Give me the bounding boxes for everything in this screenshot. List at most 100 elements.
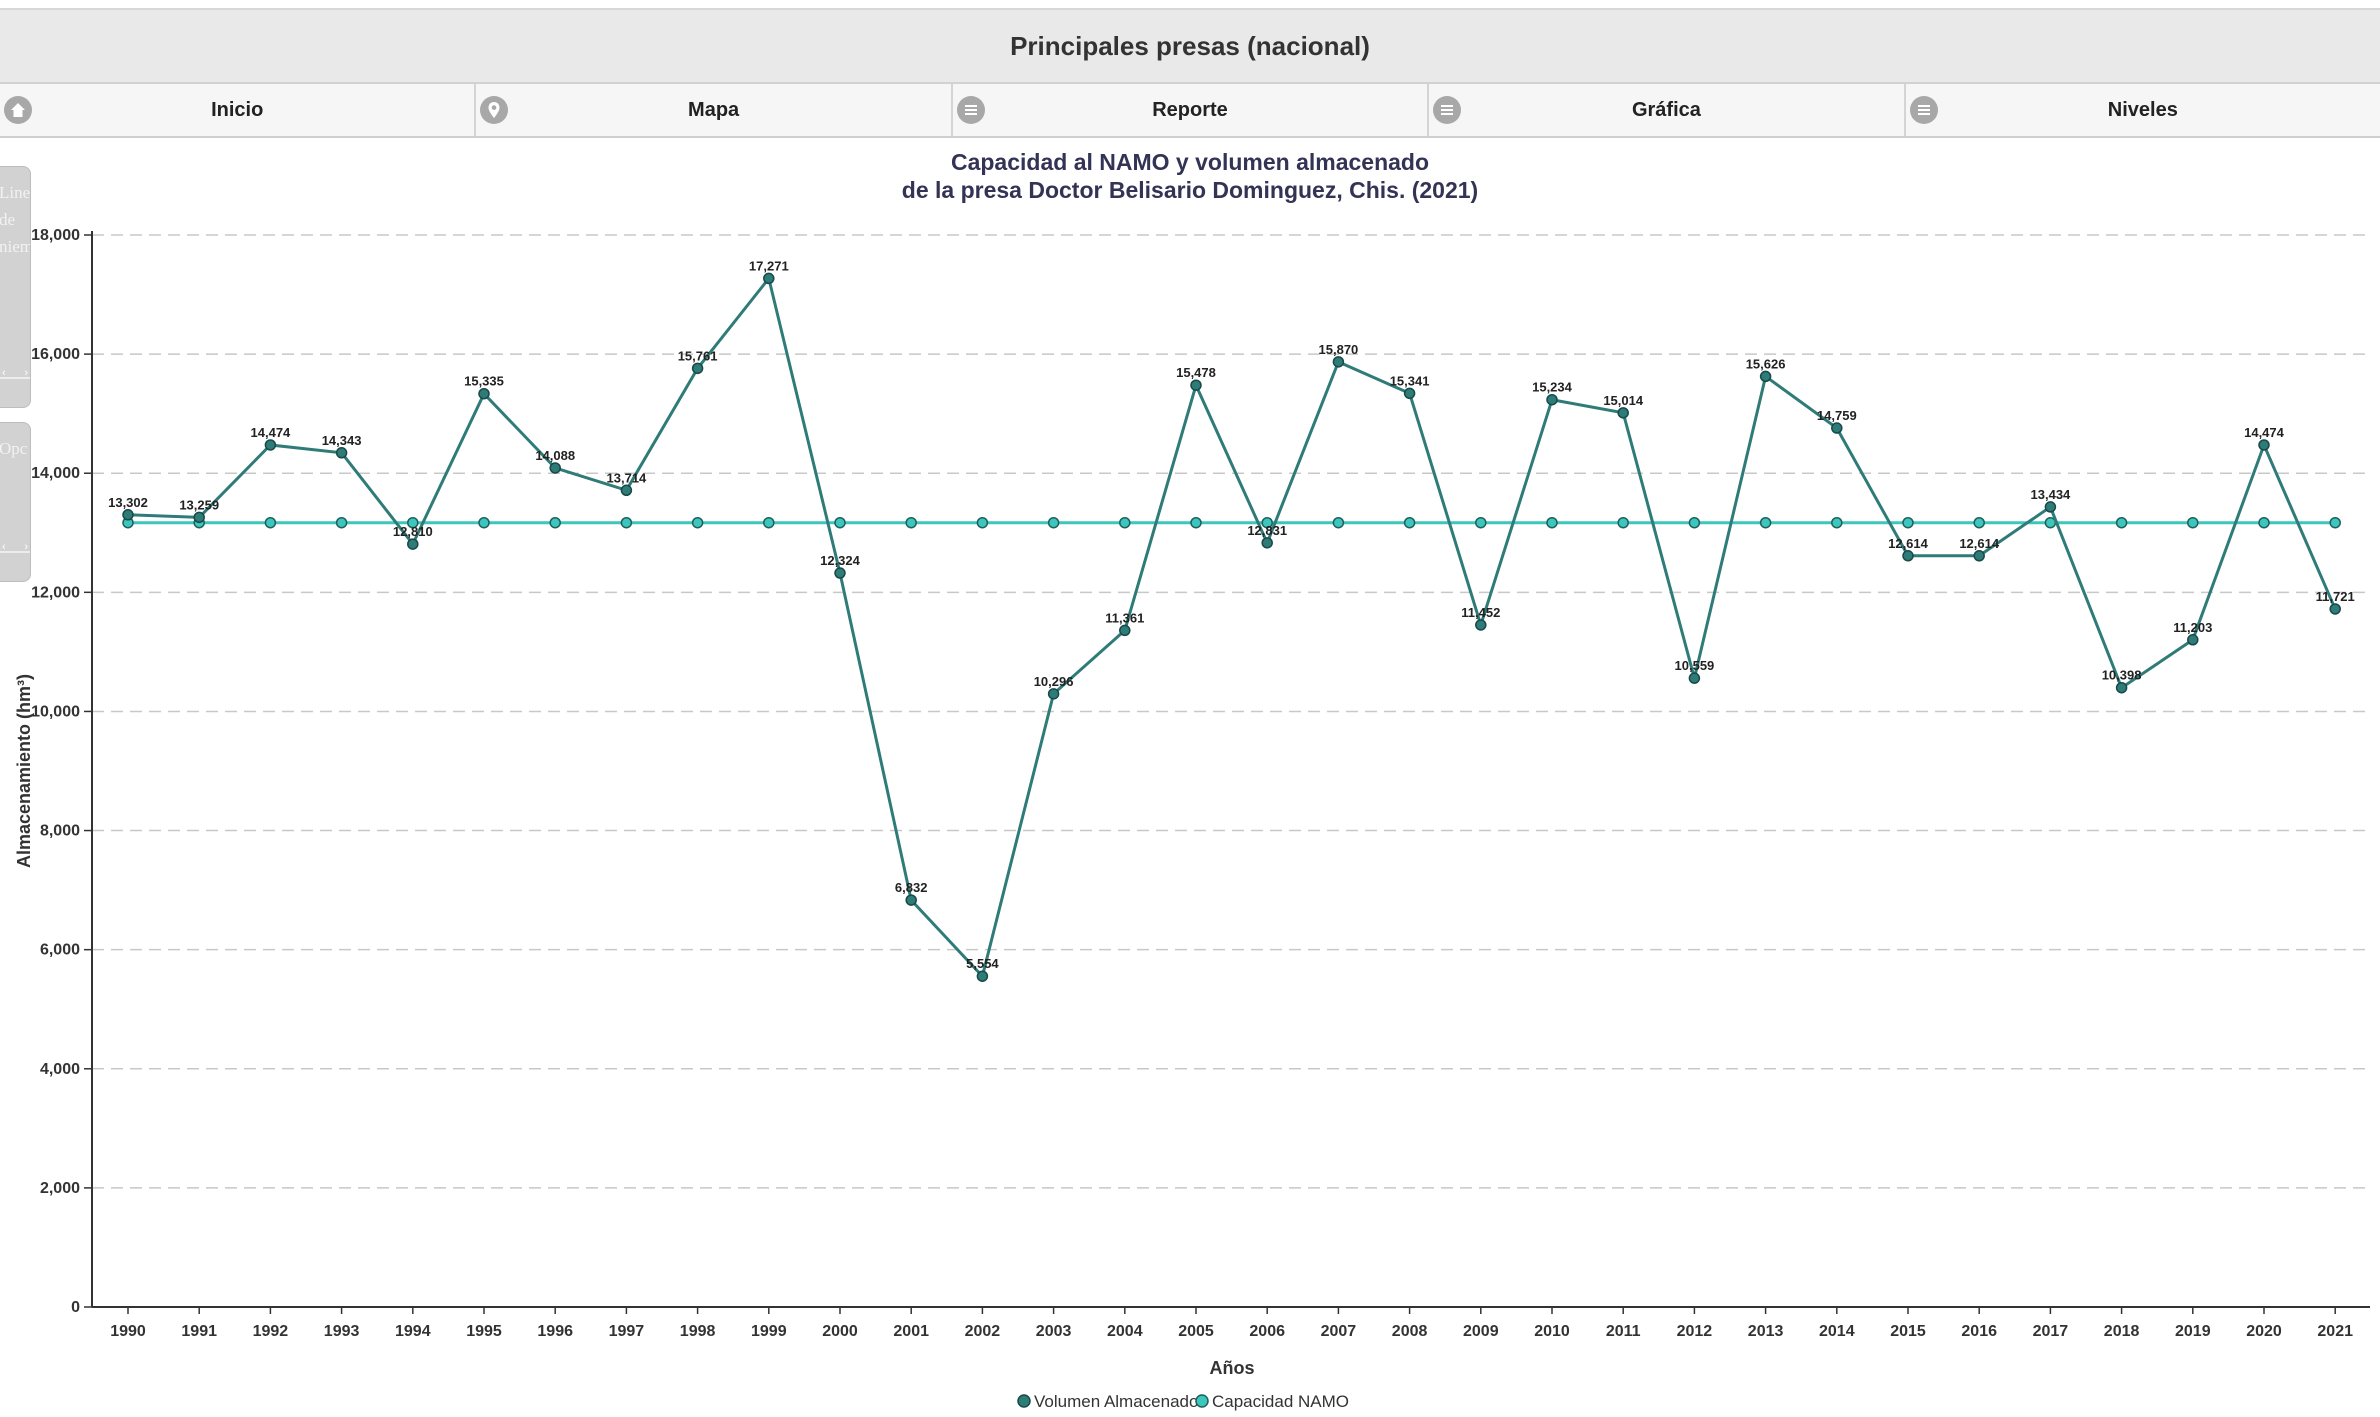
data-point-namo[interactable] (1831, 516, 1843, 529)
data-point-volumen[interactable] (264, 439, 277, 451)
page-header: Principales presas (nacional) (0, 10, 2380, 84)
data-point-volumen[interactable] (1902, 550, 1914, 562)
data-label: 17,271 (749, 258, 789, 273)
data-point-volumen[interactable] (1617, 407, 1629, 419)
data-point-volumen[interactable] (2115, 681, 2128, 694)
data-point-namo[interactable] (1546, 516, 1558, 529)
data-point-volumen[interactable] (691, 362, 704, 375)
data-point-namo[interactable] (1688, 516, 1701, 529)
data-point-volumen[interactable] (1332, 356, 1345, 368)
data-point-namo[interactable] (976, 516, 989, 529)
data-point-namo[interactable] (620, 516, 633, 529)
nav-item-grafica[interactable]: Gráfica (1429, 84, 1906, 136)
menu-icon (1433, 96, 1462, 124)
map-pin-icon (480, 96, 509, 124)
legend-item-namo[interactable]: Capacidad NAMO (1212, 1392, 1349, 1411)
legend-item-volumen[interactable]: Volumen Almacenado (1034, 1392, 1198, 1411)
x-tick-label: 1995 (466, 1323, 502, 1340)
x-tick-label: 2004 (1107, 1323, 1143, 1340)
x-tick-label: 2005 (1178, 1323, 1214, 1340)
x-tick-label: 1990 (110, 1323, 146, 1340)
x-tick-label: 2017 (2033, 1323, 2069, 1340)
data-label: 15,014 (1603, 393, 1644, 408)
nav-item-reporte[interactable]: Reporte (953, 84, 1430, 136)
data-point-namo[interactable] (2115, 516, 2128, 529)
data-point-volumen[interactable] (1403, 387, 1416, 400)
data-point-volumen[interactable] (1973, 550, 1985, 562)
x-tick-label: 1998 (680, 1323, 716, 1340)
data-point-volumen[interactable] (1190, 379, 1202, 391)
data-label: 14,474 (251, 425, 292, 440)
data-point-volumen[interactable] (1261, 537, 1273, 549)
data-point-volumen[interactable] (2044, 501, 2057, 513)
data-point-namo[interactable] (1475, 516, 1487, 529)
data-point-volumen[interactable] (1831, 422, 1843, 434)
data-point-namo[interactable] (1119, 516, 1131, 529)
data-label: 11,203 (2173, 620, 2212, 635)
data-point-volumen[interactable] (1759, 370, 1772, 383)
data-point-namo[interactable] (691, 516, 704, 529)
legend-marker-namo[interactable] (1195, 1394, 1209, 1408)
data-point-namo[interactable] (2329, 516, 2341, 529)
data-point-namo[interactable] (335, 516, 348, 529)
data-point-namo[interactable] (1403, 516, 1416, 529)
y-tick-label: 16,000 (31, 346, 80, 363)
data-point-namo[interactable] (1332, 516, 1345, 529)
data-point-namo[interactable] (1759, 516, 1772, 529)
legend-marker-volumen[interactable] (1017, 1394, 1031, 1408)
data-label: 10,398 (2102, 668, 2142, 683)
data-point-volumen[interactable] (1475, 619, 1487, 631)
y-tick-label: 4,000 (40, 1061, 80, 1078)
data-point-volumen[interactable] (1047, 688, 1060, 700)
data-point-namo[interactable] (763, 516, 775, 529)
data-point-namo[interactable] (549, 516, 561, 529)
data-point-namo[interactable] (1190, 516, 1202, 529)
data-label: 6,832 (895, 880, 928, 895)
data-point-namo[interactable] (264, 516, 277, 529)
data-point-volumen[interactable] (478, 387, 490, 400)
data-point-volumen[interactable] (620, 484, 633, 497)
data-point-volumen[interactable] (193, 511, 205, 524)
data-point-volumen[interactable] (335, 447, 348, 459)
data-point-namo[interactable] (1973, 516, 1985, 529)
x-tick-label: 2009 (1463, 1323, 1499, 1340)
data-point-namo[interactable] (2187, 516, 2199, 529)
data-point-namo[interactable] (834, 516, 846, 529)
data-point-volumen[interactable] (549, 462, 561, 474)
y-tick-label: 18,000 (31, 227, 80, 244)
data-point-volumen[interactable] (2258, 439, 2270, 451)
data-point-volumen[interactable] (1119, 624, 1131, 637)
data-point-namo[interactable] (1617, 516, 1629, 529)
x-tick-label: 2019 (2175, 1323, 2211, 1340)
data-point-volumen[interactable] (905, 894, 917, 906)
x-axis-title: Años (1210, 1358, 1255, 1378)
nav-label-mapa: Mapa (688, 98, 740, 121)
grid-lines (92, 234, 2370, 1189)
data-point-volumen[interactable] (1688, 672, 1701, 684)
x-tick-label: 1994 (395, 1323, 431, 1340)
data-point-volumen[interactable] (1546, 393, 1558, 406)
x-tick-label: 2012 (1677, 1323, 1713, 1340)
x-tick-label: 1992 (253, 1323, 289, 1340)
nav-item-mapa[interactable]: Mapa (476, 84, 953, 136)
data-label: 12,831 (1247, 523, 1287, 538)
nav-label-reporte: Reporte (1152, 98, 1228, 121)
data-point-volumen[interactable] (407, 538, 419, 550)
data-point-namo[interactable] (478, 516, 490, 529)
data-point-volumen[interactable] (2187, 634, 2199, 646)
y-tick-label: 12,000 (31, 584, 80, 601)
data-point-volumen[interactable] (2329, 603, 2341, 615)
data-point-volumen[interactable] (122, 509, 134, 521)
data-point-volumen[interactable] (763, 272, 775, 285)
data-label: 15,761 (678, 348, 718, 363)
nav-item-niveles[interactable]: Niveles (1906, 84, 2380, 136)
data-point-namo[interactable] (2258, 516, 2270, 529)
data-point-namo[interactable] (1047, 516, 1060, 529)
nav-item-inicio[interactable]: Inicio (0, 84, 477, 136)
data-point-namo[interactable] (905, 516, 917, 529)
top-strip (0, 0, 2380, 10)
data-point-namo[interactable] (1902, 516, 1914, 529)
nav-bar: Inicio Mapa Reporte Gráfica Niveles (0, 84, 2380, 138)
data-point-volumen[interactable] (834, 567, 846, 579)
data-point-volumen[interactable] (976, 970, 989, 982)
